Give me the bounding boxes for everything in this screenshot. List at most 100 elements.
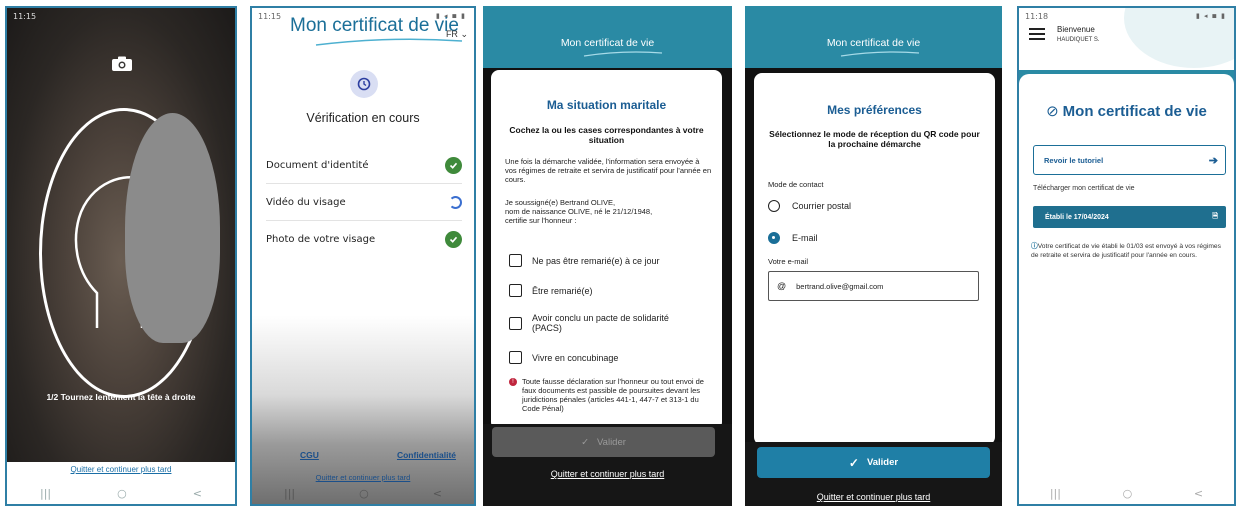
check-item-face-photo: Photo de votre visage	[266, 221, 462, 257]
validate-label: Valider	[597, 436, 626, 448]
checkbox[interactable]	[509, 351, 522, 364]
app-brand: Mon certificat de vie	[826, 37, 921, 49]
header: Mon certificat de vie	[745, 6, 1002, 68]
validate-label: Valider	[866, 457, 899, 468]
status-time: 11:15	[13, 12, 37, 21]
back-button[interactable]: <	[193, 487, 202, 500]
certificate-download-button[interactable]: Établi le 17/04/2024 🗎	[1033, 206, 1226, 228]
marital-status-screen: Mon certificat de vie Ma situation marit…	[483, 6, 732, 506]
brand-swoosh	[583, 51, 663, 57]
home-button[interactable]: ○	[359, 487, 369, 500]
check-item-face-video: Vidéo du visage	[266, 184, 462, 221]
form-card: Mes préférences Sélectionnez le mode de …	[754, 73, 995, 445]
page-title-text: Mon certificat de vie	[1062, 103, 1207, 120]
checkbox[interactable]	[509, 254, 522, 267]
radio-email[interactable]: E-mail	[768, 232, 818, 244]
back-button[interactable]: <	[1194, 487, 1203, 500]
option-label: Ne pas être remarié(e) à ce jour	[532, 255, 660, 266]
privacy-link[interactable]: Confidentialité	[397, 450, 456, 460]
page-title: Mes préférences	[827, 103, 922, 117]
form-subtitle: Cochez la ou les cases correspondantes à…	[509, 125, 704, 145]
form-card: Ma situation maritale Cochez la ou les c…	[491, 70, 722, 430]
form-subtitle: Sélectionnez le mode de réception du QR …	[769, 129, 980, 149]
brand-swoosh	[840, 51, 920, 57]
language-value: FR	[445, 29, 458, 39]
preferences-screen: Mon certificat de vie Mes préférences Sé…	[745, 6, 1002, 506]
checkbox[interactable]	[509, 284, 522, 297]
tutorial-button[interactable]: Revoir le tutoriel ➔	[1033, 145, 1226, 175]
capture-instruction: 1/2 Tournez lentement la tête à droite	[46, 392, 196, 402]
page-title: ⊘ Mon certificat de vie	[1019, 102, 1234, 120]
cgu-link[interactable]: CGU	[300, 450, 319, 460]
check-icon	[445, 156, 462, 174]
recent-apps-button[interactable]: |||	[40, 487, 51, 500]
recent-apps-button[interactable]: |||	[284, 487, 295, 500]
certificate-date-label: Établi le 17/04/2024	[1045, 213, 1109, 221]
user-name: HAUDIQUET S.	[1057, 37, 1100, 43]
alert-icon: !	[509, 378, 517, 386]
clock-icon	[350, 70, 378, 98]
check-item-id-document: Document d'identité	[266, 147, 462, 184]
declaration-line: nom de naissance OLIVE, né le 21/12/1948…	[505, 207, 653, 216]
check-mark-icon: ✓	[581, 436, 590, 448]
menu-icon[interactable]	[1029, 28, 1045, 40]
note-text: Votre certificat de vie établi le 01/03 …	[1031, 243, 1221, 259]
declaration-line: Je soussigné(e) Bertrand OLIVE,	[505, 198, 616, 207]
check-item-label: Vidéo du visage	[266, 196, 346, 208]
email-field[interactable]: @ bertrand.olive@gmail.com	[768, 271, 979, 301]
loading-spinner-icon	[449, 195, 462, 209]
radio-label: E-mail	[792, 233, 818, 243]
android-navbar: ||| ○ <	[1019, 482, 1234, 504]
validate-button[interactable]: ✓ Valider	[757, 447, 990, 478]
android-navbar: ||| ○ <	[252, 482, 474, 504]
status-icons: ▮ ◂ ◾ ▮	[1195, 12, 1226, 20]
android-navbar: ||| ○ <	[7, 482, 235, 504]
chevron-down-icon: ⌄	[460, 29, 468, 39]
contact-mode-label: Mode de contact	[768, 180, 824, 189]
back-button[interactable]: <	[433, 487, 442, 500]
email-label: Votre e-mail	[768, 257, 809, 266]
home-button[interactable]: ○	[117, 487, 127, 500]
recent-apps-button[interactable]: |||	[1050, 487, 1061, 500]
declaration-line: certifie sur l'honneur :	[505, 216, 577, 225]
checkbox[interactable]	[509, 316, 522, 330]
face-capture-screen: 11:15 1/2 Tournez lentement la tête à dr…	[5, 6, 237, 506]
info-icon: ⓘ	[1031, 243, 1038, 250]
validate-button-disabled[interactable]: ✓ Valider	[492, 427, 715, 457]
status-time: 11:15	[258, 12, 282, 21]
page-title: Ma situation maritale	[546, 98, 667, 112]
page-title: Vérification en cours	[306, 111, 420, 125]
certificate-screen: 11:18 ▮ ◂ ◾ ▮ Bienvenue HAUDIQUET S. ⊘ Mo…	[1017, 6, 1236, 506]
header: Mon certificat de vie	[483, 6, 732, 68]
check-mark-icon: ✓	[848, 455, 859, 470]
warning-text: Toute fausse déclaration sur l'honneur o…	[522, 377, 704, 413]
option-not-remarried[interactable]: Ne pas être remarié(e) à ce jour	[509, 254, 712, 267]
option-remarried[interactable]: Être remarié(e)	[509, 284, 712, 297]
declaration-text: Je soussigné(e) Bertrand OLIVE, nom de n…	[505, 198, 712, 225]
switch-camera-icon[interactable]	[111, 56, 133, 72]
quit-link[interactable]: Quitter et continuer plus tard	[483, 469, 732, 479]
header: 11:18 ▮ ◂ ◾ ▮ Bienvenue HAUDIQUET S.	[1019, 8, 1234, 70]
document-icon: 🗎	[1212, 212, 1218, 220]
content-top	[1019, 74, 1234, 90]
option-label: Être remarié(e)	[532, 285, 593, 296]
quit-link[interactable]: Quitter et continuer plus tard	[7, 465, 235, 474]
app-brand: Mon certificat de vie	[560, 37, 655, 49]
home-button[interactable]: ○	[1123, 487, 1133, 500]
check-item-label: Document d'identité	[266, 159, 369, 171]
radio-postal[interactable]: Courrier postal	[768, 200, 851, 212]
option-label: Avoir conclu un pacte de solidarité (PAC…	[532, 313, 669, 333]
email-value: bertrand.olive@gmail.com	[796, 281, 884, 291]
option-concubinage[interactable]: Vivre en concubinage	[509, 351, 712, 364]
option-pacs[interactable]: Avoir conclu un pacte de solidarité (PAC…	[509, 313, 679, 333]
radio-button[interactable]	[768, 200, 780, 212]
tutorial-label: Revoir le tutoriel	[1044, 155, 1104, 165]
quit-link[interactable]: Quitter et continuer plus tard	[745, 492, 1002, 502]
brand-swoosh	[315, 38, 463, 46]
app-brand: Mon certificat de vie	[290, 15, 459, 36]
radio-button-selected[interactable]	[768, 232, 780, 244]
quit-link[interactable]: Quitter et continuer plus tard	[252, 473, 474, 482]
language-selector[interactable]: FR ⌄	[446, 29, 468, 40]
download-label: Télécharger mon certificat de vie	[1033, 185, 1135, 192]
info-note: ⓘVotre certificat de vie établi le 01/03…	[1031, 242, 1226, 260]
